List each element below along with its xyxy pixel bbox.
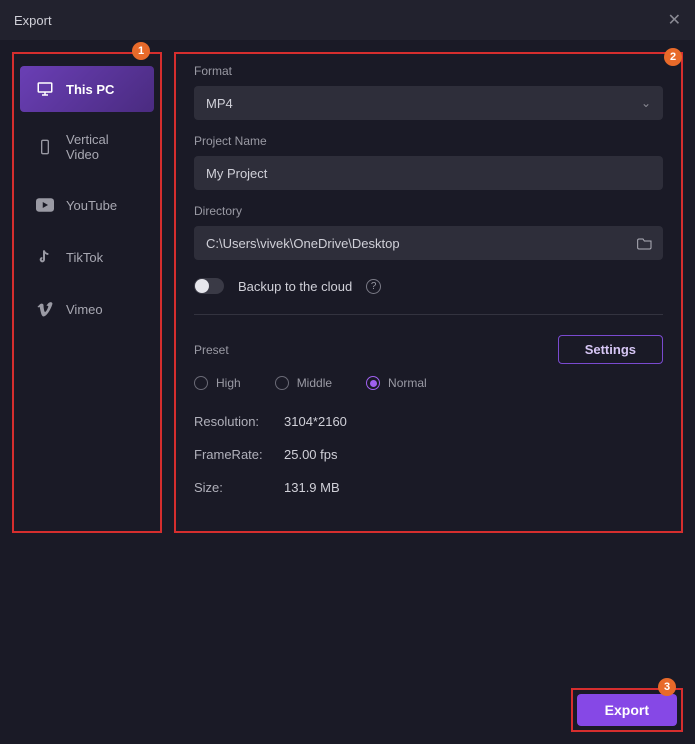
divider: [194, 314, 663, 315]
radio-label: Normal: [388, 376, 427, 390]
export-settings-panel: Format MP4 ⌄ Project Name Directory Back…: [174, 52, 683, 533]
framerate-value: 25.00 fps: [284, 447, 338, 462]
chevron-down-icon: ⌄: [641, 96, 651, 110]
backup-toggle[interactable]: [194, 278, 224, 294]
help-icon[interactable]: ?: [366, 279, 381, 294]
sidebar-item-label: YouTube: [66, 198, 117, 213]
vimeo-icon: [36, 300, 54, 318]
format-label: Format: [194, 64, 663, 78]
framerate-label: FrameRate:: [194, 447, 274, 462]
sidebar-item-label: Vertical Video: [66, 132, 138, 162]
annotation-badge-2: 2: [664, 48, 682, 66]
settings-button[interactable]: Settings: [558, 335, 663, 364]
size-label: Size:: [194, 480, 274, 495]
phone-icon: [36, 138, 54, 156]
sidebar-item-vimeo[interactable]: Vimeo: [20, 286, 154, 332]
preset-label: Preset: [194, 343, 229, 357]
resolution-value: 3104*2160: [284, 414, 347, 429]
directory-input[interactable]: [194, 226, 663, 260]
annotation-badge-3: 3: [658, 678, 676, 696]
radio-label: High: [216, 376, 241, 390]
preset-radio-high[interactable]: High: [194, 376, 241, 390]
radio-icon: [194, 376, 208, 390]
radio-icon: [366, 376, 380, 390]
preset-radio-group: High Middle Normal: [194, 376, 663, 390]
directory-label: Directory: [194, 204, 663, 218]
tiktok-icon: [36, 248, 54, 266]
preset-radio-normal[interactable]: Normal: [366, 376, 427, 390]
project-name-input[interactable]: [194, 156, 663, 190]
radio-label: Middle: [297, 376, 332, 390]
backup-label: Backup to the cloud: [238, 279, 352, 294]
annotation-badge-1: 1: [132, 42, 150, 60]
folder-browse-icon[interactable]: [637, 236, 653, 250]
size-value: 131.9 MB: [284, 480, 340, 495]
sidebar-item-youtube[interactable]: YouTube: [20, 182, 154, 228]
radio-icon: [275, 376, 289, 390]
sidebar-item-label: This PC: [66, 82, 114, 97]
sidebar-item-label: Vimeo: [66, 302, 103, 317]
sidebar-item-tiktok[interactable]: TikTok: [20, 234, 154, 280]
resolution-label: Resolution:: [194, 414, 274, 429]
sidebar-item-label: TikTok: [66, 250, 103, 265]
close-icon[interactable]: ✕: [668, 10, 681, 30]
window-title: Export: [14, 13, 52, 28]
project-name-label: Project Name: [194, 134, 663, 148]
monitor-icon: [36, 80, 54, 98]
preset-radio-middle[interactable]: Middle: [275, 376, 332, 390]
sidebar-item-this-pc[interactable]: This PC: [20, 66, 154, 112]
format-select[interactable]: MP4 ⌄: [194, 86, 663, 120]
format-value: MP4: [206, 96, 233, 111]
titlebar: Export ✕: [0, 0, 695, 40]
export-target-sidebar: This PC Vertical Video YouTube TikTok Vi: [12, 52, 162, 533]
sidebar-item-vertical-video[interactable]: Vertical Video: [20, 118, 154, 176]
export-button[interactable]: Export: [577, 694, 677, 726]
youtube-icon: [36, 196, 54, 214]
